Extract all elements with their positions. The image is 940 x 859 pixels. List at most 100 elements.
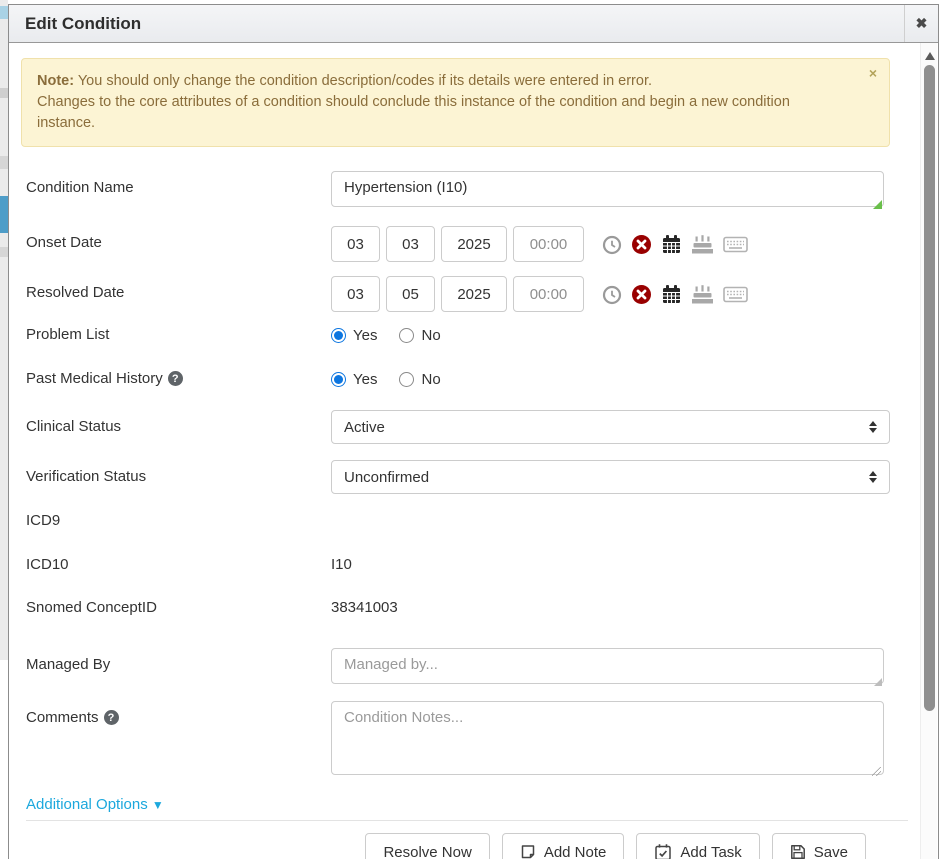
managed-by-label: Managed By bbox=[26, 648, 331, 673]
help-icon[interactable]: ? bbox=[168, 371, 183, 386]
birthday-cake-icon[interactable] bbox=[691, 234, 714, 255]
resolved-day-input[interactable] bbox=[386, 276, 435, 312]
clinical-status-value: Active bbox=[344, 419, 385, 436]
edit-condition-modal: Edit Condition ✖ Note: You should only c… bbox=[8, 4, 939, 859]
radio-unselected-icon[interactable] bbox=[399, 328, 414, 343]
radio-selected-icon[interactable] bbox=[331, 372, 346, 387]
comments-label: Comments ? bbox=[26, 701, 331, 726]
past-medical-history-label-text: Past Medical History bbox=[26, 370, 163, 387]
past-medical-history-row: Past Medical History ? Yes No bbox=[21, 370, 890, 388]
radio-unselected-icon[interactable] bbox=[399, 372, 414, 387]
note-banner-line1: You should only change the condition des… bbox=[74, 73, 652, 89]
radio-option-label: Yes bbox=[353, 327, 377, 344]
add-task-label: Add Task bbox=[680, 844, 741, 859]
resolve-now-button[interactable]: Resolve Now bbox=[365, 833, 489, 859]
snomed-row: Snomed ConceptID 38341003 bbox=[21, 599, 890, 616]
problem-list-row: Problem List Yes No bbox=[21, 326, 890, 344]
keyboard-icon[interactable] bbox=[723, 236, 748, 253]
verification-status-label: Verification Status bbox=[26, 460, 331, 485]
pmh-no-option[interactable]: No bbox=[399, 371, 440, 388]
condition-name-input[interactable]: Hypertension (I10) bbox=[331, 171, 884, 207]
resolved-date-row: Resolved Date bbox=[21, 276, 890, 312]
resolve-now-label: Resolve Now bbox=[383, 844, 471, 859]
birthday-cake-icon[interactable] bbox=[691, 284, 714, 305]
clear-date-icon[interactable] bbox=[631, 234, 652, 255]
past-medical-history-label: Past Medical History ? bbox=[26, 370, 331, 387]
note-icon bbox=[520, 844, 536, 859]
scrollbar-thumb[interactable] bbox=[924, 65, 935, 711]
add-task-button[interactable]: Add Task bbox=[636, 833, 759, 859]
comments-row: Comments ? bbox=[21, 701, 890, 780]
resolved-month-input[interactable] bbox=[331, 276, 380, 312]
background-fragment bbox=[0, 247, 8, 257]
close-icon[interactable]: ✖ bbox=[904, 5, 938, 42]
add-note-button[interactable]: Add Note bbox=[502, 833, 625, 859]
save-icon bbox=[790, 844, 806, 859]
radio-option-label: No bbox=[421, 327, 440, 344]
comments-label-text: Comments bbox=[26, 709, 99, 726]
page: Edit Condition ✖ Note: You should only c… bbox=[0, 0, 940, 859]
clear-date-icon[interactable] bbox=[631, 284, 652, 305]
calendar-icon[interactable] bbox=[661, 284, 682, 305]
modal-title: Edit Condition bbox=[9, 14, 141, 34]
additional-options-label: Additional Options bbox=[26, 796, 148, 813]
additional-options-link[interactable]: Additional Options ▼ bbox=[26, 796, 164, 813]
add-note-label: Add Note bbox=[544, 844, 607, 859]
clock-icon[interactable] bbox=[602, 285, 622, 305]
onset-month-input[interactable] bbox=[331, 226, 380, 262]
radio-option-label: No bbox=[421, 371, 440, 388]
resolved-date-label: Resolved Date bbox=[26, 276, 331, 301]
calendar-check-icon bbox=[654, 843, 672, 859]
background-fragment bbox=[0, 196, 8, 233]
keyboard-icon[interactable] bbox=[723, 286, 748, 303]
icd10-label: ICD10 bbox=[26, 556, 331, 573]
background-page-fragment bbox=[0, 0, 8, 660]
icd10-row: ICD10 I10 bbox=[21, 556, 890, 573]
modal-header: Edit Condition ✖ bbox=[9, 5, 938, 43]
radio-selected-icon[interactable] bbox=[331, 328, 346, 343]
note-banner: Note: You should only change the conditi… bbox=[21, 58, 890, 147]
scrollbar-up-arrow-icon[interactable] bbox=[925, 52, 935, 60]
additional-options-row: Additional Options ▼ bbox=[21, 796, 890, 814]
icd10-value: I10 bbox=[331, 556, 352, 573]
note-banner-bold: Note: bbox=[37, 73, 74, 89]
comments-input[interactable] bbox=[331, 701, 884, 775]
chevron-down-icon: ▼ bbox=[152, 798, 164, 812]
verification-status-select[interactable]: Unconfirmed bbox=[331, 460, 890, 494]
help-icon[interactable]: ? bbox=[104, 710, 119, 725]
note-banner-line2: Changes to the core attributes of a cond… bbox=[37, 94, 790, 131]
problem-list-label: Problem List bbox=[26, 326, 331, 343]
snomed-label: Snomed ConceptID bbox=[26, 599, 331, 616]
onset-day-input[interactable] bbox=[386, 226, 435, 262]
background-fragment bbox=[0, 88, 8, 98]
snomed-value: 38341003 bbox=[331, 599, 398, 616]
condition-name-row: Condition Name Hypertension (I10) bbox=[21, 171, 890, 212]
background-fragment bbox=[0, 156, 8, 169]
resolved-year-input[interactable] bbox=[441, 276, 507, 312]
banner-dismiss-icon[interactable]: × bbox=[869, 65, 877, 81]
clock-icon[interactable] bbox=[602, 235, 622, 255]
modal-footer: Resolve Now Add Note Add Task Save bbox=[21, 821, 890, 859]
radio-option-label: Yes bbox=[353, 371, 377, 388]
pmh-yes-option[interactable]: Yes bbox=[331, 371, 377, 388]
onset-time-input[interactable] bbox=[513, 226, 584, 262]
background-fragment bbox=[0, 6, 8, 19]
onset-year-input[interactable] bbox=[441, 226, 507, 262]
save-label: Save bbox=[814, 844, 848, 859]
managed-by-input[interactable] bbox=[331, 648, 884, 684]
clinical-status-select[interactable]: Active bbox=[331, 410, 890, 444]
condition-name-label: Condition Name bbox=[26, 171, 331, 196]
calendar-icon[interactable] bbox=[661, 234, 682, 255]
icd9-row: ICD9 bbox=[21, 512, 890, 529]
verification-status-value: Unconfirmed bbox=[344, 469, 429, 486]
select-arrows-icon bbox=[869, 421, 877, 433]
problem-list-no-option[interactable]: No bbox=[399, 327, 440, 344]
clinical-status-row: Clinical Status Active bbox=[21, 410, 890, 444]
problem-list-yes-option[interactable]: Yes bbox=[331, 327, 377, 344]
managed-by-row: Managed By bbox=[21, 648, 890, 689]
clinical-status-label: Clinical Status bbox=[26, 410, 331, 435]
modal-scrollbar[interactable] bbox=[920, 43, 937, 859]
select-arrows-icon bbox=[869, 471, 877, 483]
resolved-time-input[interactable] bbox=[513, 276, 584, 312]
save-button[interactable]: Save bbox=[772, 833, 866, 859]
